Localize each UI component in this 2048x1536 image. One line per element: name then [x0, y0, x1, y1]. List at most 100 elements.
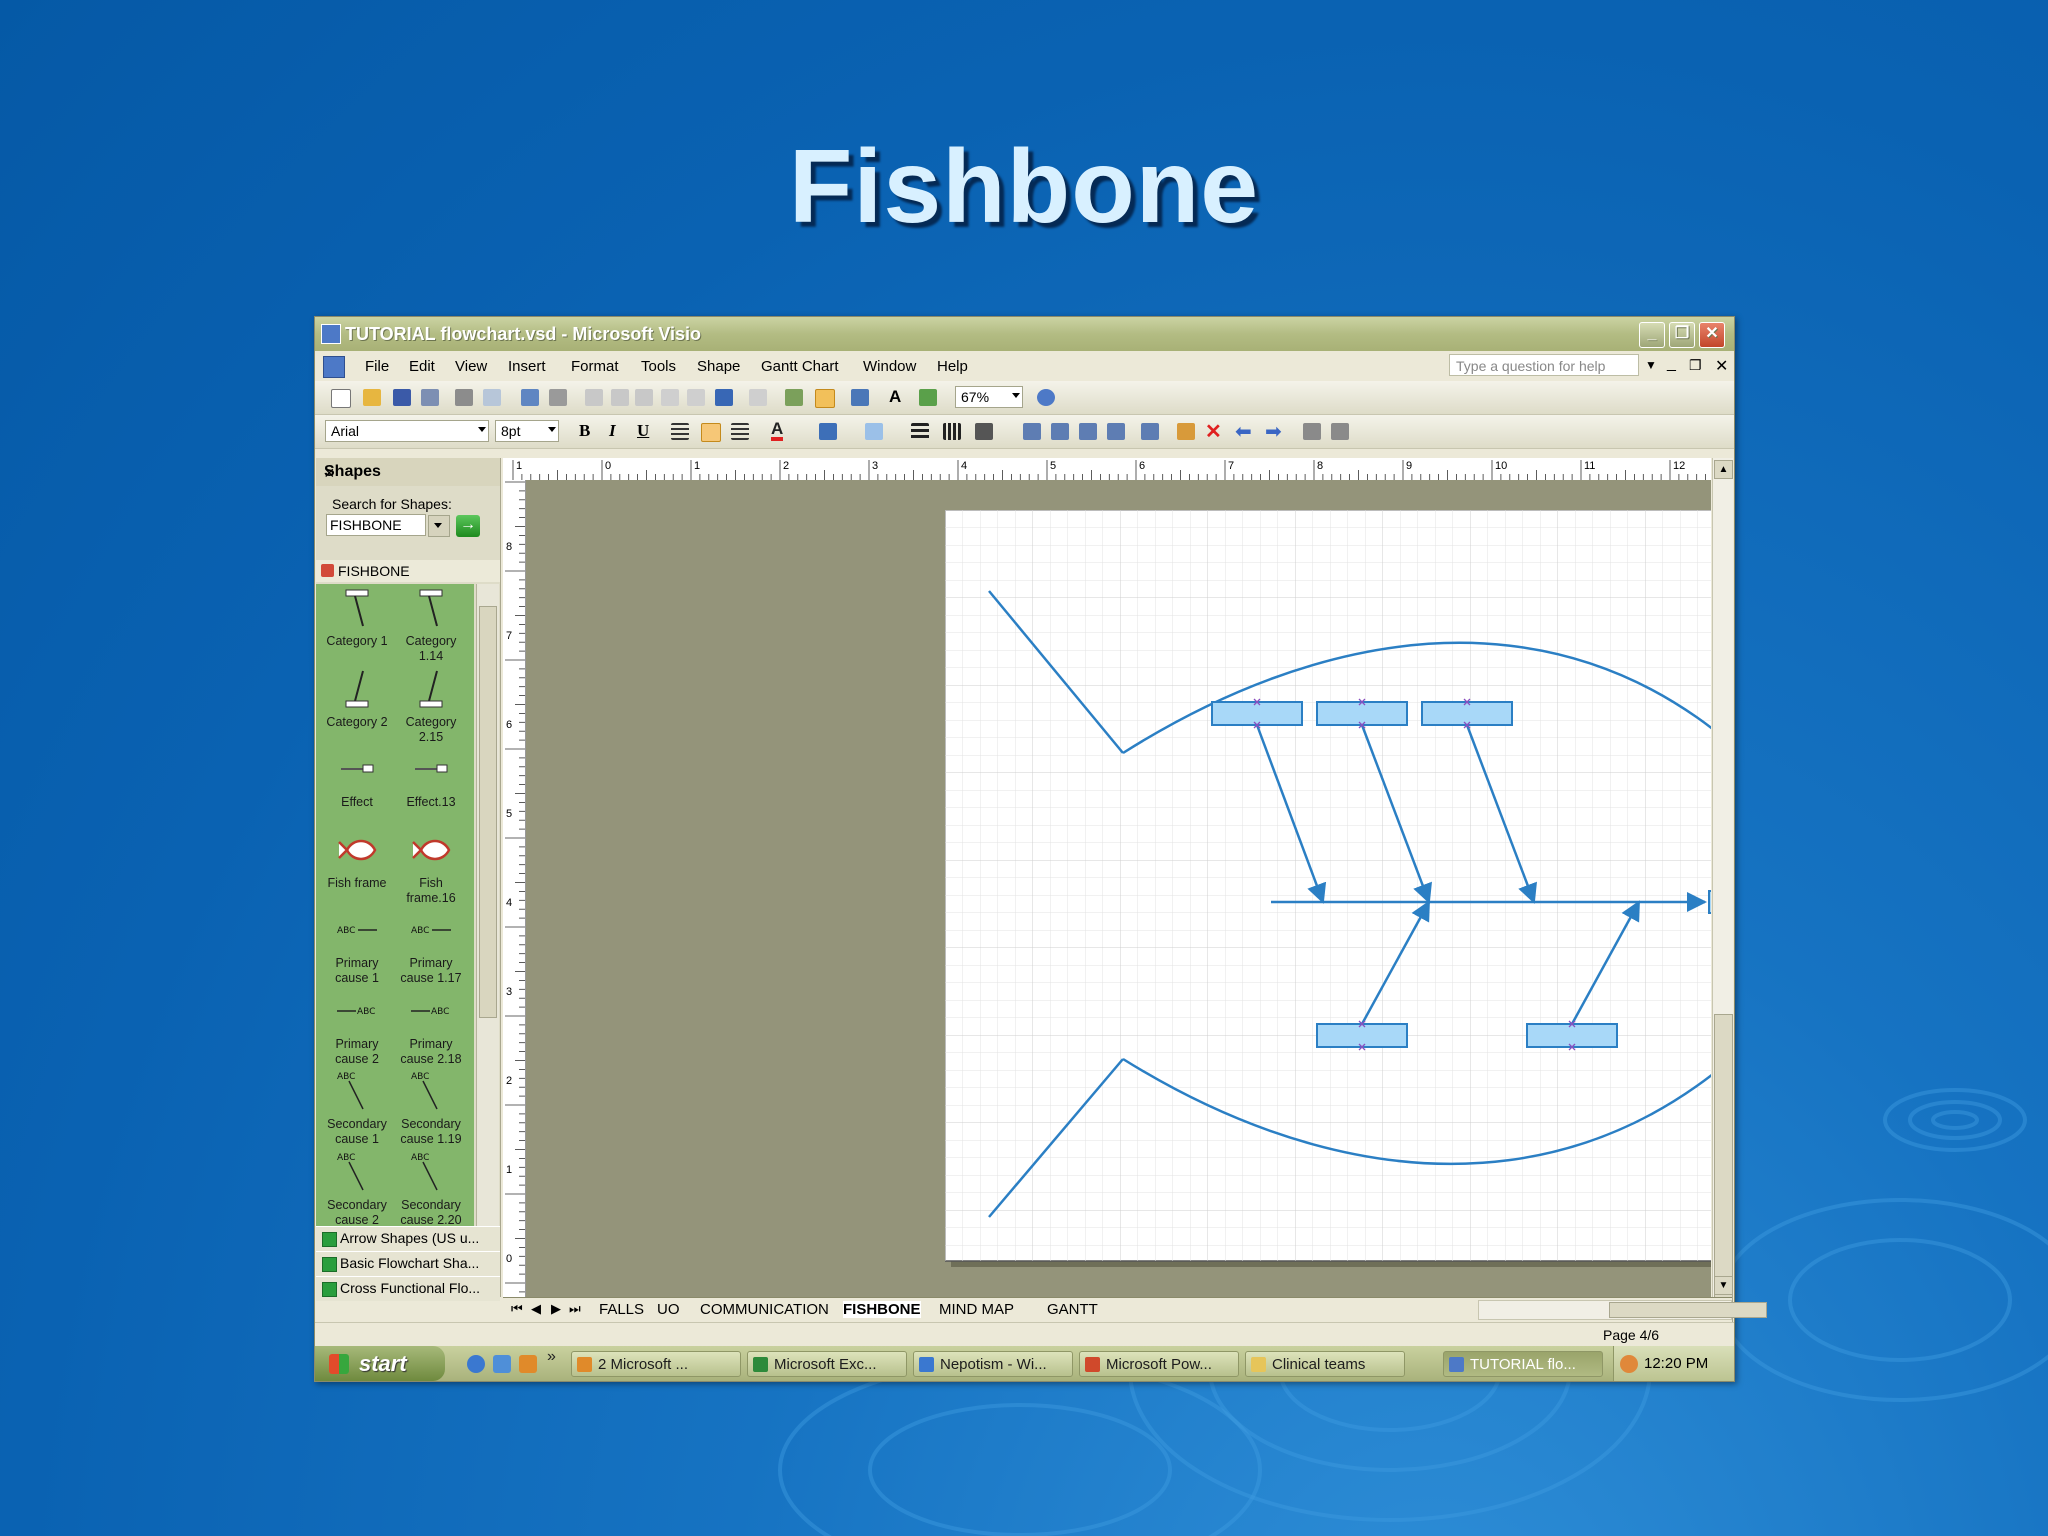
- prev-page-icon[interactable]: ◀: [531, 1301, 541, 1317]
- help-search-input[interactable]: Type a question for help: [1449, 354, 1639, 376]
- research-icon[interactable]: [549, 389, 567, 406]
- font-size-select[interactable]: 8pt: [495, 420, 559, 442]
- layers-icon[interactable]: [1331, 423, 1349, 440]
- paste-icon[interactable]: [635, 389, 653, 406]
- menu-shape[interactable]: Shape: [697, 358, 740, 375]
- bold-button[interactable]: B: [579, 421, 590, 441]
- print-preview-icon[interactable]: [483, 389, 501, 406]
- menu-file[interactable]: File: [365, 358, 389, 375]
- line-weight-icon[interactable]: [911, 423, 929, 440]
- task-microsoft-powerpoint[interactable]: Microsoft Pow...: [1079, 1351, 1239, 1377]
- stencil-shape-item[interactable]: ABC Secondary cause 2.20: [393, 1150, 469, 1227]
- tab-gantt[interactable]: GANTT: [1047, 1301, 1098, 1318]
- connector-tool-icon[interactable]: [851, 389, 869, 406]
- distribute-icon[interactable]: [1107, 423, 1125, 440]
- menu-gantt-chart[interactable]: Gantt Chart: [761, 358, 839, 375]
- zoom-select[interactable]: 67%: [955, 386, 1023, 408]
- stencil-shape-item[interactable]: ABC Secondary cause 1: [319, 1069, 395, 1147]
- font-color-button[interactable]: A: [771, 420, 784, 441]
- task-microsoft-excel[interactable]: Microsoft Exc...: [747, 1351, 907, 1377]
- menu-tools[interactable]: Tools: [641, 358, 676, 375]
- stencil-icon[interactable]: [785, 389, 803, 406]
- line-pattern-icon[interactable]: [943, 423, 961, 440]
- tab-mind-map[interactable]: MIND MAP: [939, 1301, 1014, 1318]
- bring-front-icon[interactable]: [1023, 423, 1041, 440]
- stencil-cross-functional[interactable]: Cross Functional Flo...: [316, 1276, 500, 1301]
- redo-icon[interactable]: [749, 389, 767, 406]
- stencil-shape-item[interactable]: ABC Primary cause 2.18: [393, 989, 469, 1067]
- font-name-select[interactable]: Arial: [325, 420, 489, 442]
- print-icon[interactable]: [455, 389, 473, 406]
- stencil-shape-item[interactable]: Fish frame: [319, 828, 395, 891]
- start-button[interactable]: start: [315, 1346, 445, 1381]
- doc-restore-button[interactable]: ❐: [1689, 357, 1702, 374]
- first-page-icon[interactable]: ⏮: [511, 1301, 523, 1317]
- quicklaunch-more-icon[interactable]: »: [547, 1348, 556, 1366]
- task-nepotism-browser[interactable]: Nepotism - Wi...: [913, 1351, 1073, 1377]
- line-ends-icon[interactable]: [975, 423, 993, 440]
- horizontal-ruler[interactable]: 1 0 1 2 3 4 5 6 7 8 9 10 11 12: [503, 458, 1711, 481]
- open-icon[interactable]: [363, 389, 381, 406]
- line-color-icon[interactable]: [819, 423, 837, 440]
- menu-edit[interactable]: Edit: [409, 358, 435, 375]
- tab-uo[interactable]: UO: [657, 1301, 680, 1318]
- close-icon[interactable]: ×: [324, 463, 492, 484]
- maximize-button[interactable]: ❐: [1669, 322, 1695, 348]
- drawing-tools-icon[interactable]: [919, 389, 937, 406]
- outlook-quicklaunch-icon[interactable]: [519, 1355, 537, 1373]
- delete-icon[interactable]: [661, 389, 679, 406]
- help-icon[interactable]: [1037, 389, 1055, 406]
- search-dropdown-button[interactable]: [428, 515, 450, 537]
- format-painter-icon[interactable]: [687, 389, 705, 406]
- text-tool-icon[interactable]: A: [889, 387, 901, 407]
- scrollbar-thumb[interactable]: [1609, 1302, 1767, 1318]
- scrollbar-thumb[interactable]: [479, 606, 497, 1018]
- drawing-canvas[interactable]: [526, 480, 1711, 1297]
- undo-icon[interactable]: [715, 389, 733, 406]
- copy-icon[interactable]: [611, 389, 629, 406]
- stencil-shape-item[interactable]: Category 1: [319, 586, 395, 649]
- align-right-icon[interactable]: [731, 423, 749, 440]
- menu-insert[interactable]: Insert: [508, 358, 546, 375]
- stencil-shape-item[interactable]: Effect: [319, 747, 395, 810]
- tray-expand-icon[interactable]: [1620, 1355, 1638, 1373]
- fishbone-stencil-title[interactable]: FISHBONE: [316, 560, 500, 582]
- send-back-icon[interactable]: [1051, 423, 1069, 440]
- stencil-shape-item[interactable]: Effect.13: [393, 747, 469, 810]
- stencil-scrollbar[interactable]: [476, 584, 499, 1226]
- minimize-button[interactable]: _: [1639, 322, 1665, 348]
- stencil-basic-flowchart[interactable]: Basic Flowchart Sha...: [316, 1251, 500, 1276]
- effect-box[interactable]: [1708, 890, 1711, 914]
- cause-box[interactable]: [1526, 1023, 1618, 1048]
- stencil-shape-item[interactable]: ABC Secondary cause 1.19: [393, 1069, 469, 1147]
- tab-communication[interactable]: COMMUNICATION: [700, 1301, 829, 1318]
- menu-help[interactable]: Help: [937, 358, 968, 375]
- underline-button[interactable]: U: [637, 421, 649, 441]
- document-icon[interactable]: [323, 356, 345, 378]
- horizontal-scrollbar[interactable]: [1478, 1300, 1767, 1320]
- scroll-up-icon[interactable]: ▲: [1714, 460, 1733, 479]
- group-icon[interactable]: [1177, 423, 1195, 440]
- fill-color-icon[interactable]: [865, 423, 883, 440]
- scroll-down-icon[interactable]: ▼: [1714, 1276, 1733, 1295]
- tab-falls[interactable]: FALLS: [599, 1301, 644, 1318]
- doc-close-button[interactable]: ✕: [1715, 356, 1728, 376]
- menu-window[interactable]: Window: [863, 358, 916, 375]
- stencil-shape-item[interactable]: Category 1.14: [393, 586, 469, 664]
- hyperlink-icon[interactable]: [1303, 423, 1321, 440]
- task-clinical-teams[interactable]: Clinical teams: [1245, 1351, 1405, 1377]
- new-icon[interactable]: [331, 389, 351, 408]
- vertical-scrollbar[interactable]: ▲ ▼: [1712, 458, 1733, 1356]
- cause-box[interactable]: [1421, 701, 1513, 726]
- align-left-icon[interactable]: [671, 423, 689, 440]
- task-microsoft-outlook[interactable]: 2 Microsoft ...: [571, 1351, 741, 1377]
- menu-format[interactable]: Format: [571, 358, 619, 375]
- stencil-shape-item[interactable]: ABC Primary cause 1.17: [393, 908, 469, 986]
- permission-icon[interactable]: [421, 389, 439, 406]
- help-dropdown-icon[interactable]: ▼: [1645, 358, 1657, 372]
- ie-quicklaunch-icon[interactable]: [467, 1355, 485, 1373]
- last-page-icon[interactable]: ⏭: [569, 1301, 581, 1317]
- italic-button[interactable]: I: [609, 421, 616, 441]
- connect-shapes-icon[interactable]: [1141, 423, 1159, 440]
- vertical-ruler[interactable]: 8 7 6 5 4 3 2 1 0: [503, 480, 526, 1297]
